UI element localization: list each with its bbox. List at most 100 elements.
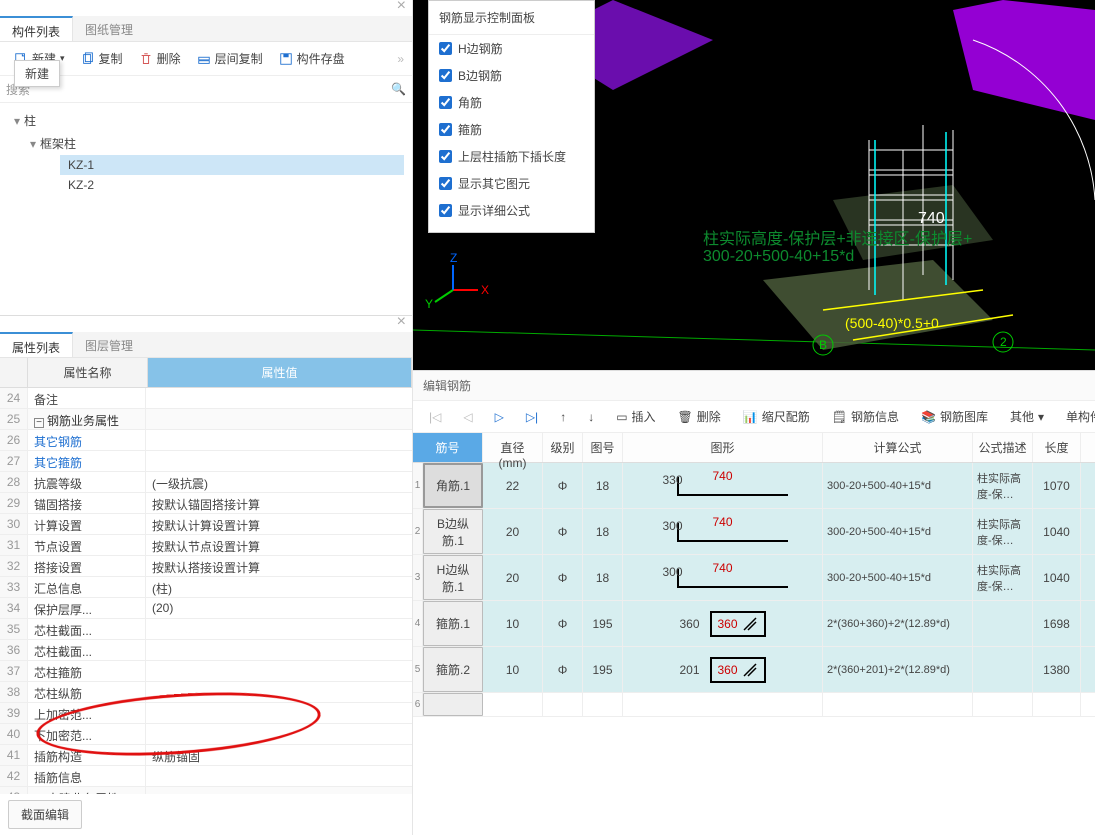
prop-row[interactable]: 43+土建业务属性 [0, 787, 412, 794]
prop-row[interactable]: 42插筋信息 [0, 766, 412, 787]
search-icon[interactable]: 🔍 [391, 82, 406, 96]
left-tabs: 构件列表 图纸管理 [0, 16, 412, 42]
checkbox-input[interactable] [439, 204, 452, 217]
checkbox-input[interactable] [439, 42, 452, 55]
tab-drawings[interactable]: 图纸管理 [73, 16, 145, 41]
col-value: 属性值 [148, 358, 412, 387]
info-button[interactable]: 🗒 钢筋信息 [824, 405, 907, 428]
checkbox-input[interactable] [439, 69, 452, 82]
floor-copy-button[interactable]: 层间复制 [191, 46, 269, 71]
edit-title: 编辑钢筋 [413, 371, 1095, 401]
prop-row[interactable]: 34保护层厚...(20) [0, 598, 412, 619]
prop-row[interactable]: 24备注 [0, 388, 412, 409]
rebar-row[interactable]: 1 角筋.1 22 Φ 18 330740 300-20+500-40+15*d… [413, 463, 1095, 509]
viewport-3d[interactable]: X Z Y B 2 柱实际高度-保护层+非连接区-保护层+ 300-20+500… [413, 0, 1095, 370]
rebar-row[interactable]: 6 [413, 693, 1095, 717]
prop-row[interactable]: 29锚固搭接按默认锚固搭接计算 [0, 493, 412, 514]
prop-row[interactable]: 32搭接设置按默认搭接设置计算 [0, 556, 412, 577]
col-no: 筋号 [413, 433, 483, 462]
rebar-row[interactable]: 3 H边纵筋.1 20 Φ 18 300740 300-20+500-40+15… [413, 555, 1095, 601]
prop-row[interactable]: 41插筋构造纵筋锚固 [0, 745, 412, 766]
prop-row[interactable]: 26其它钢筋 [0, 430, 412, 451]
panel-close-top[interactable]: × [0, 0, 412, 16]
tab-layers[interactable]: 图层管理 [73, 332, 145, 357]
sum-label: 单构件钢筋总重(kg [1058, 405, 1095, 428]
component-toolbar: 新建 ▾ 复制 删除 层间复制 构件存盘 » [0, 42, 412, 76]
save-label: 构件存盘 [297, 50, 345, 67]
prop-row[interactable]: 30计算设置按默认计算设置计算 [0, 514, 412, 535]
rebar-checkbox[interactable]: H边钢筋 [429, 35, 594, 62]
col-desc: 公式描述 [973, 433, 1033, 462]
tree-child[interactable]: ▾框架柱 [24, 132, 404, 155]
svg-text:X: X [481, 283, 489, 297]
prop-row[interactable]: 36芯柱截面... [0, 640, 412, 661]
annot-dim: 740 [918, 210, 945, 228]
prop-row[interactable]: 33汇总信息(柱) [0, 577, 412, 598]
insert-button[interactable]: ▭ 插入 [608, 405, 663, 428]
nav-last-icon[interactable]: ▷| [518, 407, 546, 427]
checkbox-input[interactable] [439, 123, 452, 136]
edit-toolbar: |◁ ◁ ▷ ▷| ↑ ↓ ▭ 插入 🗑 删除 📊 缩尺配筋 🗒 钢筋信息 📚 … [413, 401, 1095, 433]
other-button[interactable]: 其他 ▾ [1002, 405, 1052, 428]
nav-next-icon[interactable]: ▷ [487, 407, 512, 427]
col-shape: 图形 [623, 433, 823, 462]
rebar-checkbox[interactable]: 角筋 [429, 89, 594, 116]
rebar-checkbox[interactable]: 上层柱插筋下插长度 [429, 143, 594, 170]
prop-row[interactable]: 28抗震等级(一级抗震) [0, 472, 412, 493]
prop-row[interactable]: 35芯柱截面... [0, 619, 412, 640]
tree-root[interactable]: ▾柱 [8, 109, 404, 132]
up-icon[interactable]: ↑ [552, 407, 574, 427]
rebar-checkbox[interactable]: 显示详细公式 [429, 197, 594, 224]
prop-row[interactable]: 38芯柱纵筋 [0, 682, 412, 703]
col-img: 图号 [583, 433, 623, 462]
checkbox-label: 显示详细公式 [458, 202, 530, 219]
annot-line2: 300-20+500-40+15*d [703, 248, 854, 266]
checkbox-input[interactable] [439, 96, 452, 109]
delete-button[interactable]: 删除 [133, 46, 187, 71]
checkbox-input[interactable] [439, 177, 452, 190]
lib-button[interactable]: 📚 钢筋图库 [913, 405, 996, 428]
prop-row[interactable]: 27其它箍筋 [0, 451, 412, 472]
col-name: 属性名称 [28, 358, 148, 387]
tree-leaf-kz1[interactable]: KZ-1 [60, 155, 404, 175]
checkbox-label: B边钢筋 [458, 67, 502, 84]
prop-row[interactable]: 25−钢筋业务属性 [0, 409, 412, 430]
prop-tabs: 属性列表 图层管理 [0, 332, 412, 358]
search-input[interactable] [30, 78, 391, 100]
prop-row[interactable]: 40下加密范... [0, 724, 412, 745]
checkbox-input[interactable] [439, 150, 452, 163]
rebar-checkbox[interactable]: B边钢筋 [429, 62, 594, 89]
rebar-table-head: 筋号 直径(mm) 级别 图号 图形 计算公式 公式描述 长度 [413, 433, 1095, 463]
prop-row[interactable]: 37芯柱箍筋 [0, 661, 412, 682]
tab-properties[interactable]: 属性列表 [0, 332, 73, 357]
new-dropdown-tip[interactable]: 新建 [14, 60, 60, 87]
rebar-display-panel: 钢筋显示控制面板 H边钢筋B边钢筋角筋箍筋上层柱插筋下插长度显示其它图元显示详细… [428, 0, 595, 233]
annot-base: (500-40)*0.5+0 [845, 315, 939, 331]
annot-line1: 柱实际高度-保护层+非连接区-保护层+ [703, 225, 972, 249]
rebar-table: 筋号 直径(mm) 级别 图号 图形 计算公式 公式描述 长度 1 角筋.1 2… [413, 433, 1095, 835]
prop-row[interactable]: 31节点设置按默认节点设置计算 [0, 535, 412, 556]
prop-row[interactable]: 39上加密范... [0, 703, 412, 724]
col-lvl: 级别 [543, 433, 583, 462]
rebar-row[interactable]: 5 箍筋.2 10 Φ 195 201360 2*(360+201)+2*(12… [413, 647, 1095, 693]
nav-first-icon[interactable]: |◁ [421, 407, 449, 427]
tree-leaf-kz2[interactable]: KZ-2 [60, 175, 404, 195]
rebar-checkbox[interactable]: 显示其它图元 [429, 170, 594, 197]
prop-body: 24备注25−钢筋业务属性26其它钢筋27其它箍筋28抗震等级(一级抗震)29锚… [0, 388, 412, 794]
scale-button[interactable]: 📊 缩尺配筋 [735, 405, 818, 428]
floorcopy-label: 层间复制 [215, 50, 263, 67]
rebar-row[interactable]: 2 B边纵筋.1 20 Φ 18 300740 300-20+500-40+15… [413, 509, 1095, 555]
panel-close-prop[interactable]: × [0, 316, 412, 332]
copy-button[interactable]: 复制 [75, 46, 129, 71]
rebar-checkbox[interactable]: 箍筋 [429, 116, 594, 143]
svg-text:Z: Z [450, 251, 457, 265]
delete-rebar-button[interactable]: 🗑 删除 [670, 405, 729, 428]
down-icon[interactable]: ↓ [580, 407, 602, 427]
copy-label: 复制 [99, 50, 123, 67]
rebar-row[interactable]: 4 箍筋.1 10 Φ 195 360360 2*(360+360)+2*(12… [413, 601, 1095, 647]
nav-prev-icon[interactable]: ◁ [455, 407, 480, 427]
component-tree: ▾柱 ▾框架柱 KZ-1 KZ-2 [0, 103, 412, 315]
save-button[interactable]: 构件存盘 [273, 46, 351, 71]
section-edit-button[interactable]: 截面编辑 [8, 800, 82, 829]
tab-components[interactable]: 构件列表 [0, 16, 73, 41]
